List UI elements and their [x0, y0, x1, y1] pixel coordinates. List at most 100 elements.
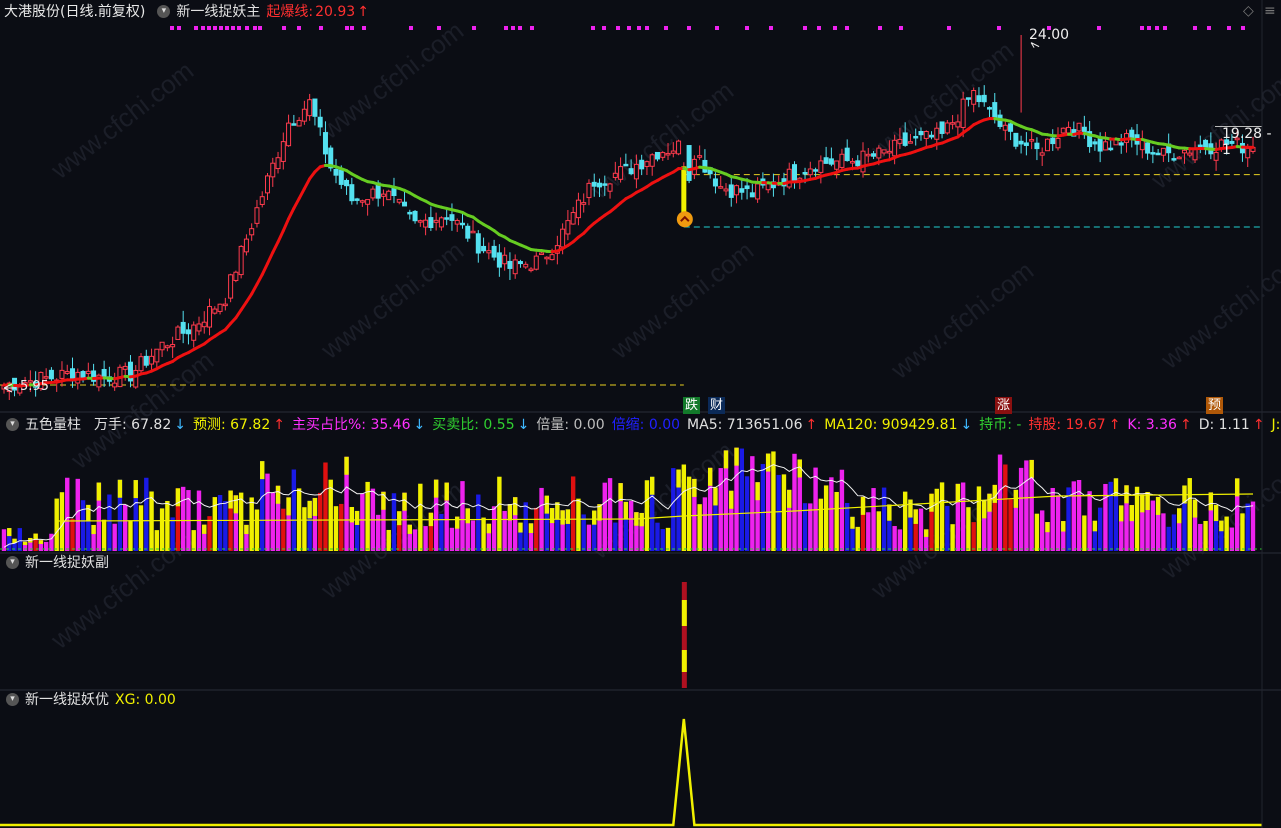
volume-cap: [592, 510, 597, 525]
volume-bar: [776, 474, 781, 551]
diamond-icon[interactable]: ◇: [1243, 3, 1254, 19]
collapse-icon[interactable]: ▾: [157, 4, 171, 18]
volume-cap: [887, 504, 892, 521]
volume-cap: [1029, 459, 1034, 478]
volume-bar: [281, 508, 286, 551]
candle-body: [586, 182, 592, 199]
volume-bar: [1055, 495, 1061, 551]
volume-bar: [360, 493, 365, 551]
candle-body: [470, 230, 476, 234]
candle-body: [986, 107, 992, 110]
candle-body: [417, 220, 423, 223]
candle-body: [765, 183, 771, 191]
volume-cap: [1177, 508, 1182, 524]
volume-item: 主买占比%: 35.46: [291, 417, 411, 433]
volume-bar: [655, 522, 660, 551]
candle-body: [1129, 129, 1135, 139]
candle-body: [807, 168, 813, 176]
candle-body: [407, 211, 413, 215]
volume-cap: [560, 510, 565, 525]
candle-body: [280, 141, 286, 162]
volume-cap: [618, 483, 623, 502]
volume-panel-name[interactable]: 五色量柱: [25, 417, 81, 433]
candle-body: [649, 154, 655, 167]
volume-bar: [576, 498, 581, 551]
candle-body: [918, 130, 924, 136]
candle-body: [860, 150, 866, 173]
candle-body: [697, 155, 703, 158]
candle-body: [618, 166, 624, 180]
candle-body: [565, 220, 571, 235]
volume-bar: [702, 497, 708, 551]
collapse-icon[interactable]: ▾: [6, 555, 19, 569]
signal-dot: [518, 26, 522, 30]
candle-body: [818, 160, 824, 173]
candle-body: [786, 168, 792, 188]
menu-icon[interactable]: ≡: [1264, 3, 1276, 19]
signal-dot: [207, 26, 211, 30]
main-header: 大港股份(日线.前复权) ▾ 新一线捉妖主 起爆线: 20.93 ↑: [0, 1, 375, 23]
high-price-label: 24.00: [1029, 27, 1070, 43]
candle-body: [1092, 141, 1098, 145]
candle-body: [612, 172, 618, 178]
signal-dot: [177, 26, 181, 30]
collapse-icon[interactable]: ▾: [6, 692, 19, 706]
volume-cap: [723, 450, 729, 469]
volume-bar: [607, 478, 613, 551]
volume-bar: [1108, 481, 1113, 551]
candle-body: [238, 245, 244, 276]
sub-panel-name[interactable]: 新一线捉妖副: [25, 555, 109, 571]
volume-cap: [765, 453, 771, 472]
volume-cap: [1092, 520, 1098, 532]
candle-body: [670, 150, 676, 154]
volume-bar: [1097, 507, 1103, 551]
volume-cap: [1208, 492, 1214, 511]
volume-item: K: 3.36: [1127, 417, 1177, 433]
volume-bar: [586, 524, 592, 551]
volume-cap: [1061, 521, 1066, 532]
stock-title[interactable]: 大港股份(日线.前复权): [4, 4, 145, 20]
volume-bar: [1166, 526, 1171, 551]
opt-panel-name[interactable]: 新一线捉妖优: [25, 692, 109, 708]
signal-dot: [899, 26, 903, 30]
candle-body: [1197, 144, 1203, 148]
candle-body: [560, 228, 566, 248]
collapse-icon[interactable]: ▾: [6, 417, 19, 431]
candle-body: [154, 348, 160, 363]
volume-cap: [286, 497, 291, 516]
volume-cap: [260, 461, 265, 480]
candle-body: [112, 382, 118, 388]
candle-body: [344, 179, 350, 187]
signal-dot: [1227, 26, 1231, 30]
volume-cap: [860, 496, 866, 515]
candle-body: [839, 153, 845, 168]
signal-dot: [591, 26, 595, 30]
signal-dot: [803, 26, 807, 30]
volume-bar: [681, 464, 687, 551]
candle-body: [254, 207, 260, 224]
candle-body: [802, 172, 808, 175]
candle-body: [217, 303, 223, 312]
candle-body: [876, 147, 882, 159]
candle-body: [897, 138, 903, 144]
volume-cap: [312, 497, 318, 516]
volume-bar: [1, 529, 7, 551]
signal-dot: [297, 26, 301, 30]
candle-body: [992, 102, 998, 120]
volume-bar: [718, 468, 723, 551]
volume-header: ▾ 五色量柱 万手: 67.82 ↓ 预测: 67.82 ↑ 主买占比%: 35.46 ↓ 买卖…: [0, 414, 1281, 436]
candle-body: [607, 183, 613, 192]
signal-dot: [947, 26, 951, 30]
candle-body: [164, 345, 170, 349]
volume-cap: [518, 522, 523, 533]
volume-bar: [523, 502, 528, 551]
candle-body: [976, 95, 982, 103]
tag-cai: 财: [708, 397, 726, 414]
signal-dot: [345, 26, 349, 30]
signal-dot: [201, 26, 205, 30]
volume-cap: [707, 467, 713, 486]
candle-body: [402, 201, 408, 207]
indicator-name[interactable]: 新一线捉妖主: [176, 4, 260, 20]
signal-dot: [1163, 26, 1167, 30]
candle-body: [749, 192, 755, 198]
